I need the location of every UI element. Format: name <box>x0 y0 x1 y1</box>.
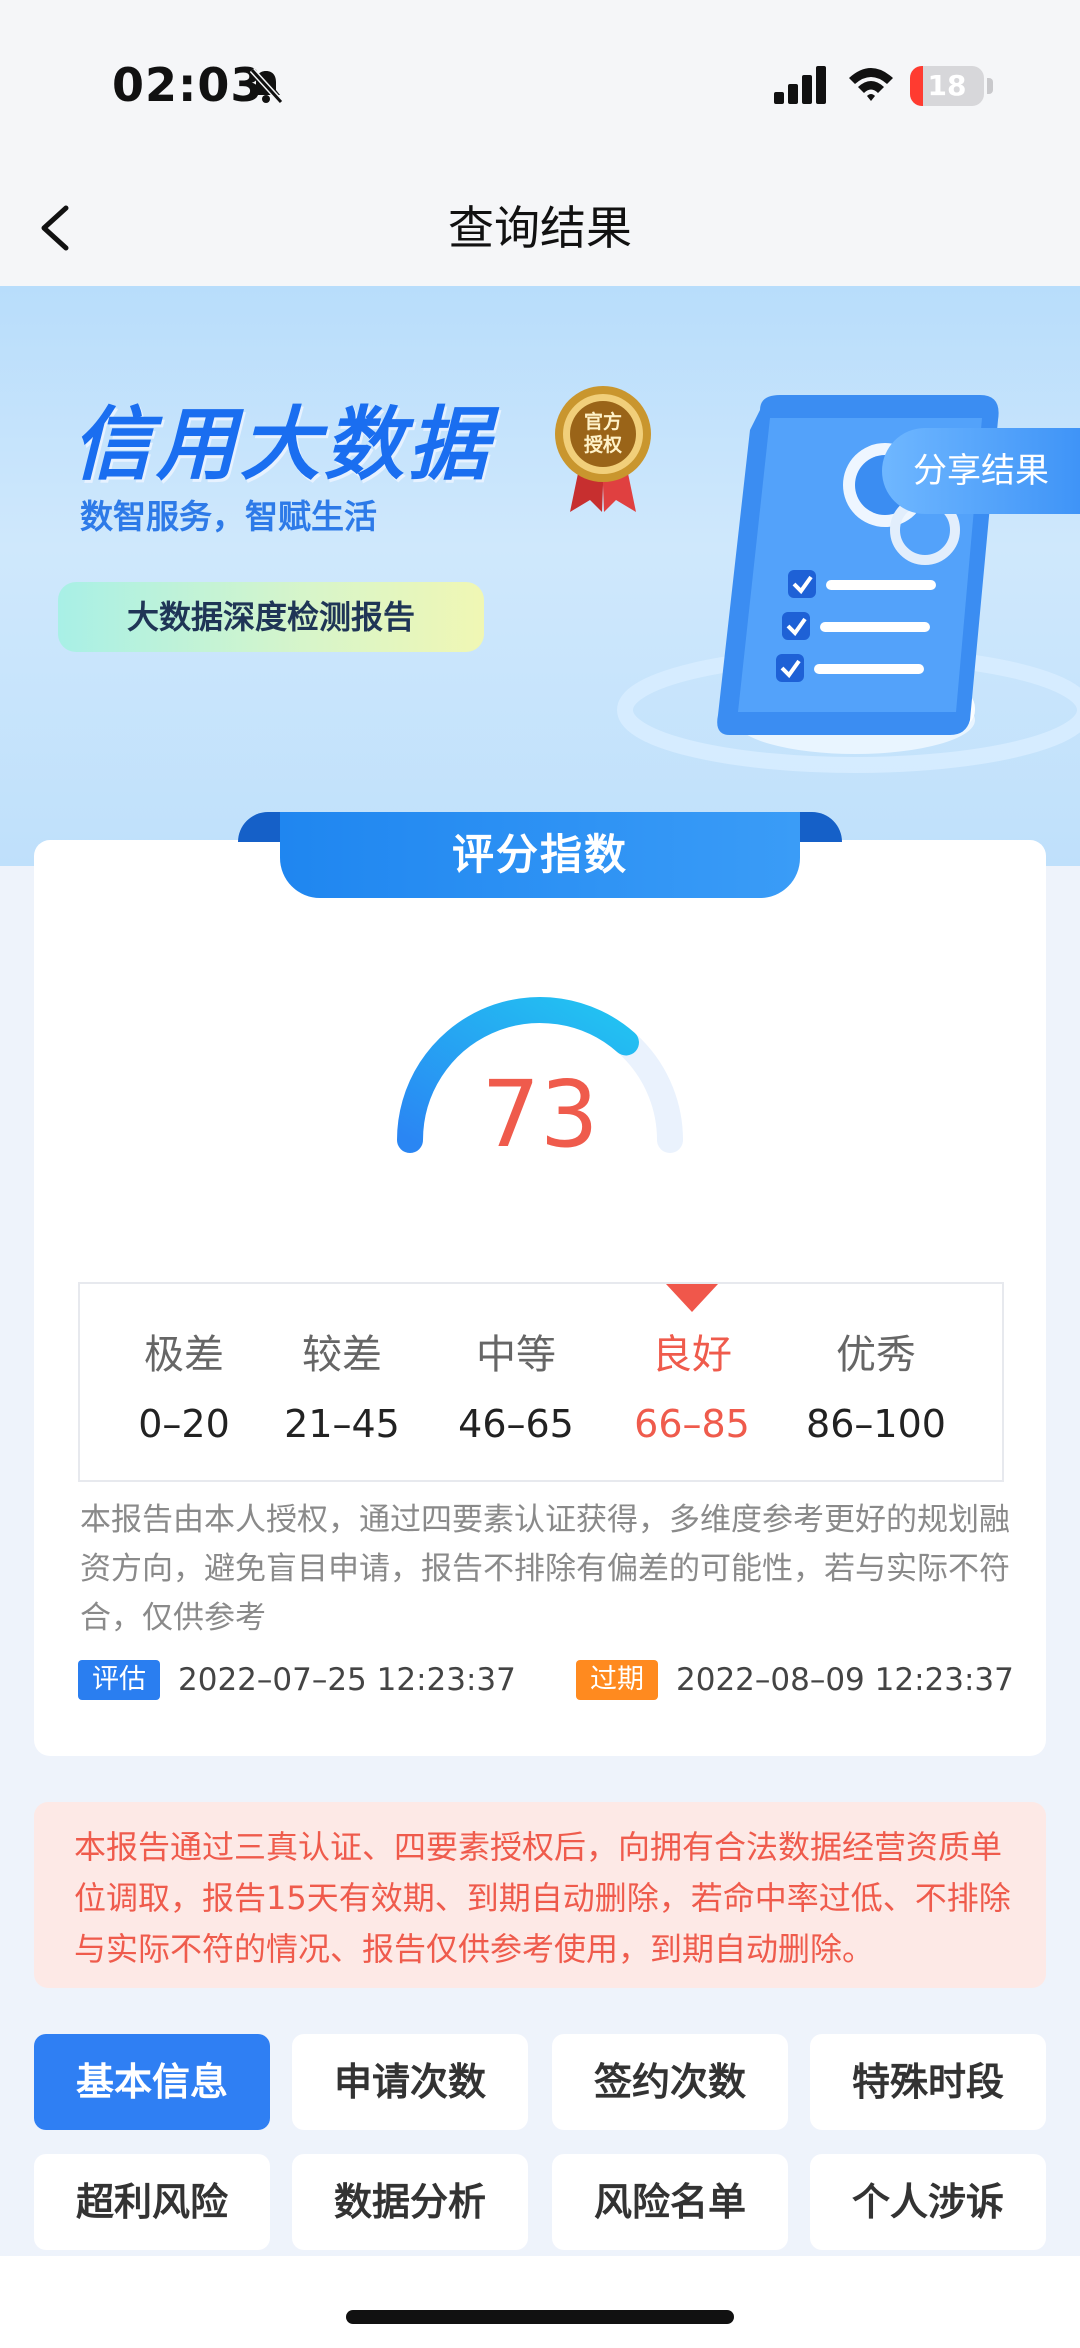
tab-risk-list[interactable]: 风险名单 <box>552 2154 788 2250</box>
range-value-3: 66–85 <box>634 1402 750 1446</box>
banner-subtitle: 数智服务，智赋生活 <box>80 497 377 536</box>
tab-basic-info[interactable]: 基本信息 <box>34 2034 270 2130</box>
range-label-4: 优秀 <box>836 1332 916 1378</box>
tab-special-period[interactable]: 特殊时段 <box>810 2034 1046 2130</box>
bottom-safe-area <box>0 2256 1080 2348</box>
range-value-1: 21–45 <box>284 1402 400 1446</box>
eval-tag: 评估 <box>78 1660 160 1700</box>
battery-indicator: 18 <box>910 66 984 106</box>
tab-contract-count[interactable]: 签约次数 <box>552 2034 788 2130</box>
range-value-2: 46–65 <box>458 1402 574 1446</box>
range-label-1: 较差 <box>302 1332 382 1378</box>
cellular-signal-icon <box>774 66 826 104</box>
home-indicator[interactable] <box>346 2310 734 2324</box>
expire-date: 2022–08–09 12:23:37 <box>676 1662 1014 1698</box>
status-time: 02:03 <box>112 58 264 112</box>
score-value: 73 <box>481 1061 599 1168</box>
report-disclaimer: 本报告由本人授权，通过四要素认证获得，多维度参考更好的规划融资方向，避免盲目申请… <box>80 1502 1010 1636</box>
share-result-button[interactable]: 分享结果 <box>882 428 1080 514</box>
range-value-0: 0–20 <box>138 1402 230 1446</box>
page-title: 查询结果 <box>448 201 632 255</box>
range-pointer-icon <box>666 1284 718 1312</box>
eval-date: 2022–07–25 12:23:37 <box>178 1662 516 1698</box>
range-label-0: 极差 <box>144 1332 224 1378</box>
banner-title: 信用大数据 <box>72 398 492 491</box>
battery-level-text: 18 <box>927 69 967 102</box>
range-value-4: 86–100 <box>806 1402 946 1446</box>
wifi-icon <box>849 68 893 101</box>
score-tab-label: 评分指数 <box>451 830 628 879</box>
tab-data-analysis[interactable]: 数据分析 <box>292 2154 528 2250</box>
warning-notice-text: 本报告通过三真认证、四要素授权后，向拥有合法数据经营资质单位调取，报告15天有效… <box>74 1828 1011 1968</box>
tab-risk-excess[interactable]: 超利风险 <box>34 2154 270 2250</box>
tab-application-count[interactable]: 申请次数 <box>292 2034 528 2130</box>
report-label: 大数据深度检测报告 <box>126 598 415 636</box>
range-label-2: 中等 <box>476 1332 556 1378</box>
battery-nub <box>987 78 993 94</box>
tab-personal-litigation[interactable]: 个人涉诉 <box>810 2154 1046 2250</box>
range-label-3: 良好 <box>652 1332 732 1378</box>
expire-tag: 过期 <box>576 1660 658 1700</box>
bell-muted-icon <box>249 67 284 105</box>
score-range-table <box>78 1282 1004 1482</box>
